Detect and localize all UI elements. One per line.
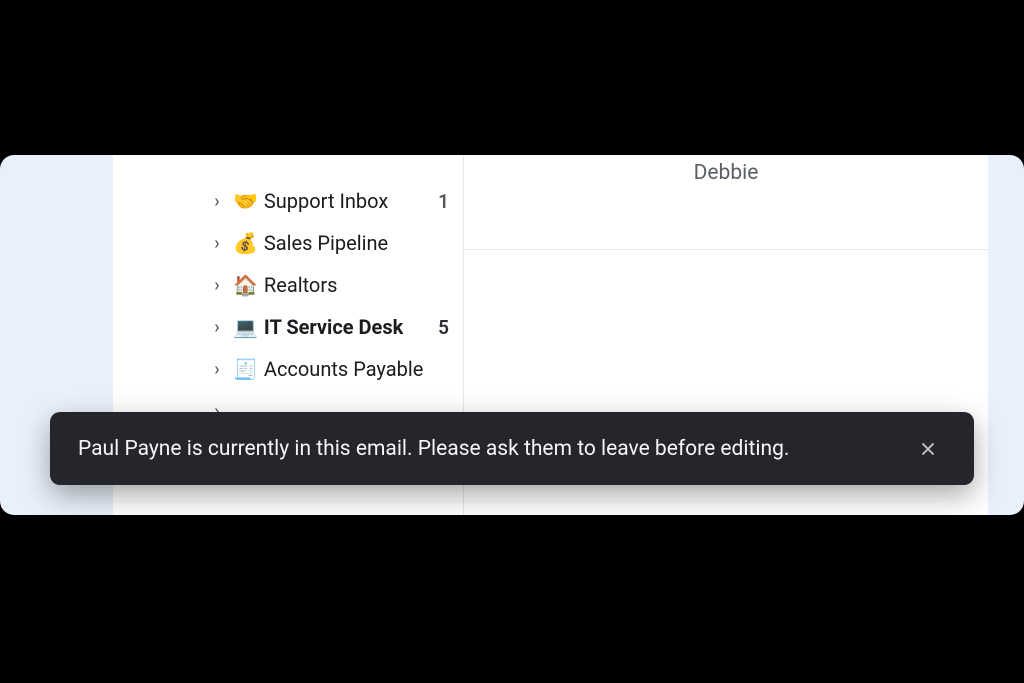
sidebar-item-emoji: 🏠 — [233, 273, 258, 297]
sidebar-item-it-service-desk[interactable]: › 💻 IT Service Desk 5 — [113, 306, 463, 348]
sidebar-item-accounts-payable[interactable]: › 🧾 Accounts Payable — [113, 348, 463, 390]
sidebar-item-label: Accounts Payable — [264, 357, 423, 381]
sidebar-item-emoji: 🧾 — [233, 357, 258, 381]
sidebar-item-emoji: 💰 — [233, 231, 258, 255]
sidebar-item-support-inbox[interactable]: › 🤝 Support Inbox 1 — [113, 180, 463, 222]
sidebar-item-label: Support Inbox — [264, 189, 388, 213]
chevron-right-icon: › — [209, 317, 225, 338]
sidebar-item-count: 5 — [430, 316, 449, 339]
sidebar-item-label: Realtors — [264, 273, 338, 297]
chevron-right-icon: › — [209, 191, 225, 212]
toast-message: Paul Payne is currently in this email. P… — [78, 437, 894, 461]
chevron-right-icon: › — [209, 233, 225, 254]
sidebar-item-emoji: 💻 — [233, 315, 258, 339]
sidebar-item-label: Sales Pipeline — [264, 231, 388, 255]
close-icon — [918, 439, 938, 459]
sidebar-item-emoji: 🤝 — [233, 189, 258, 213]
toast-notification: Paul Payne is currently in this email. P… — [50, 412, 974, 485]
sidebar-item-realtors[interactable]: › 🏠 Realtors — [113, 264, 463, 306]
sidebar-item-count: 1 — [430, 190, 449, 213]
sidebar-item-label: IT Service Desk — [264, 315, 403, 339]
toast-close-button[interactable] — [910, 431, 946, 467]
email-signature-name: Debbie — [694, 161, 759, 185]
email-preview: Debbie — [464, 155, 988, 250]
chevron-right-icon: › — [209, 359, 225, 380]
chevron-right-icon: › — [209, 275, 225, 296]
sidebar-item-sales-pipeline[interactable]: › 💰 Sales Pipeline — [113, 222, 463, 264]
